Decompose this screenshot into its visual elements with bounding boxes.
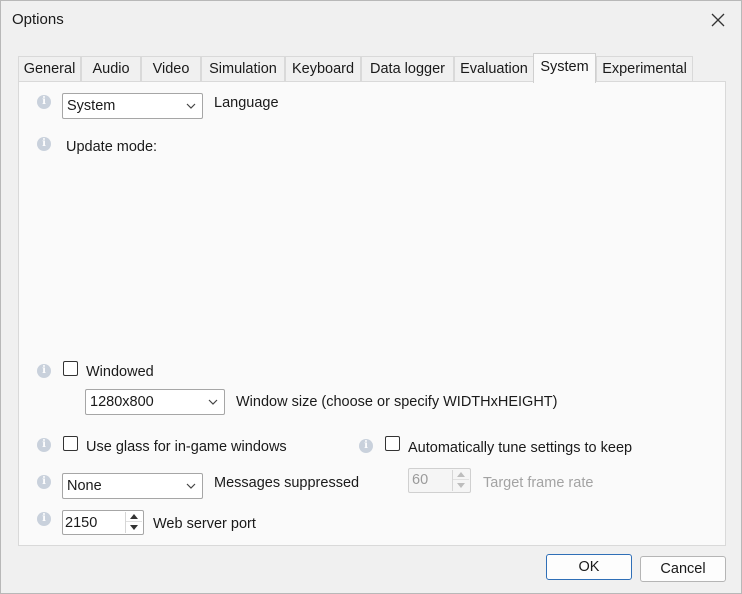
- target-frame-rate-label: Target frame rate: [483, 475, 594, 490]
- tab-label: Video: [152, 61, 190, 77]
- spin-down-button[interactable]: [126, 522, 142, 532]
- window-size-label: Window size (choose or specify WIDTHxHEI…: [236, 394, 558, 409]
- chevron-down-icon: [208, 399, 218, 405]
- web-server-port-label: Web server port: [153, 516, 256, 531]
- spin-up-icon: [457, 472, 465, 477]
- update-mode-label: Update mode:: [66, 139, 158, 154]
- info-icon[interactable]: i: [37, 364, 51, 378]
- web-server-port-stepper[interactable]: 2150: [62, 510, 144, 535]
- auto-tune-checkbox[interactable]: [385, 436, 400, 451]
- spin-down-icon: [130, 524, 138, 530]
- spin-up-button[interactable]: [126, 512, 142, 522]
- window-size-select[interactable]: 1280x800: [85, 389, 225, 415]
- tab-label: Audio: [92, 61, 130, 77]
- messages-suppressed-select[interactable]: None: [62, 473, 203, 499]
- spin-up-button[interactable]: [453, 470, 469, 480]
- tab-label: Simulation: [209, 61, 277, 77]
- close-button[interactable]: [695, 1, 741, 39]
- use-glass-label: Use glass for in-game windows: [86, 439, 287, 454]
- tab-label: General: [23, 61, 76, 77]
- web-server-port-value: 2150: [65, 515, 98, 531]
- tab-general[interactable]: General: [18, 56, 81, 82]
- ok-label: OK: [578, 559, 600, 575]
- language-label: Language: [214, 95, 279, 111]
- tab-video[interactable]: Video: [141, 56, 201, 82]
- info-icon[interactable]: i: [37, 137, 51, 151]
- auto-tune-label: Automatically tune settings to keep: [408, 440, 633, 455]
- window-size-value: 1280x800: [90, 394, 154, 410]
- stepper-buttons: [125, 512, 142, 533]
- system-panel: i System Language i Update mode: i Windo…: [18, 81, 726, 546]
- tab-data-logger[interactable]: Data logger: [361, 56, 454, 82]
- tab-audio[interactable]: Audio: [81, 56, 141, 82]
- messages-suppressed-label: Messages suppressed: [214, 475, 360, 491]
- info-icon[interactable]: i: [359, 439, 373, 453]
- tab-keyboard[interactable]: Keyboard: [285, 56, 361, 82]
- ok-button[interactable]: OK: [546, 554, 632, 580]
- spin-up-icon: [130, 514, 138, 519]
- cancel-label: Cancel: [660, 561, 706, 577]
- spin-down-button[interactable]: [453, 480, 469, 490]
- language-select[interactable]: System: [62, 93, 203, 119]
- title-bar: Options: [1, 1, 741, 39]
- spin-down-icon: [457, 482, 465, 488]
- stepper-buttons: [452, 470, 469, 491]
- info-icon[interactable]: i: [37, 95, 51, 109]
- windowed-label: Windowed: [86, 364, 154, 380]
- chevron-down-icon: [186, 483, 196, 489]
- info-icon[interactable]: i: [37, 512, 51, 526]
- dialog-title: Options: [12, 11, 64, 28]
- chevron-down-icon: [186, 103, 196, 109]
- tab-evaluation[interactable]: Evaluation: [454, 56, 534, 82]
- tab-label: System: [540, 59, 589, 75]
- tab-label: Data logger: [370, 61, 445, 77]
- cancel-button[interactable]: Cancel: [640, 556, 726, 582]
- info-icon[interactable]: i: [37, 475, 51, 489]
- tab-label: Evaluation: [460, 61, 528, 77]
- tab-experimental[interactable]: Experimental: [596, 56, 693, 82]
- target-frame-rate-value: 60: [412, 472, 429, 488]
- tab-system[interactable]: System: [533, 53, 596, 83]
- tab-strip: General Audio Video Simulation Keyboard …: [18, 53, 726, 83]
- close-icon: [711, 13, 725, 27]
- language-value: System: [67, 98, 116, 114]
- messages-suppressed-value: None: [67, 478, 102, 494]
- tab-simulation[interactable]: Simulation: [201, 56, 285, 82]
- target-frame-rate-stepper[interactable]: 60: [408, 468, 471, 493]
- use-glass-checkbox[interactable]: [63, 436, 78, 451]
- options-dialog: Options General Audio Video Simulation K…: [0, 0, 742, 594]
- tab-label: Experimental: [602, 61, 687, 77]
- windowed-checkbox[interactable]: [63, 361, 78, 376]
- tab-label: Keyboard: [291, 61, 355, 77]
- info-icon[interactable]: i: [37, 438, 51, 452]
